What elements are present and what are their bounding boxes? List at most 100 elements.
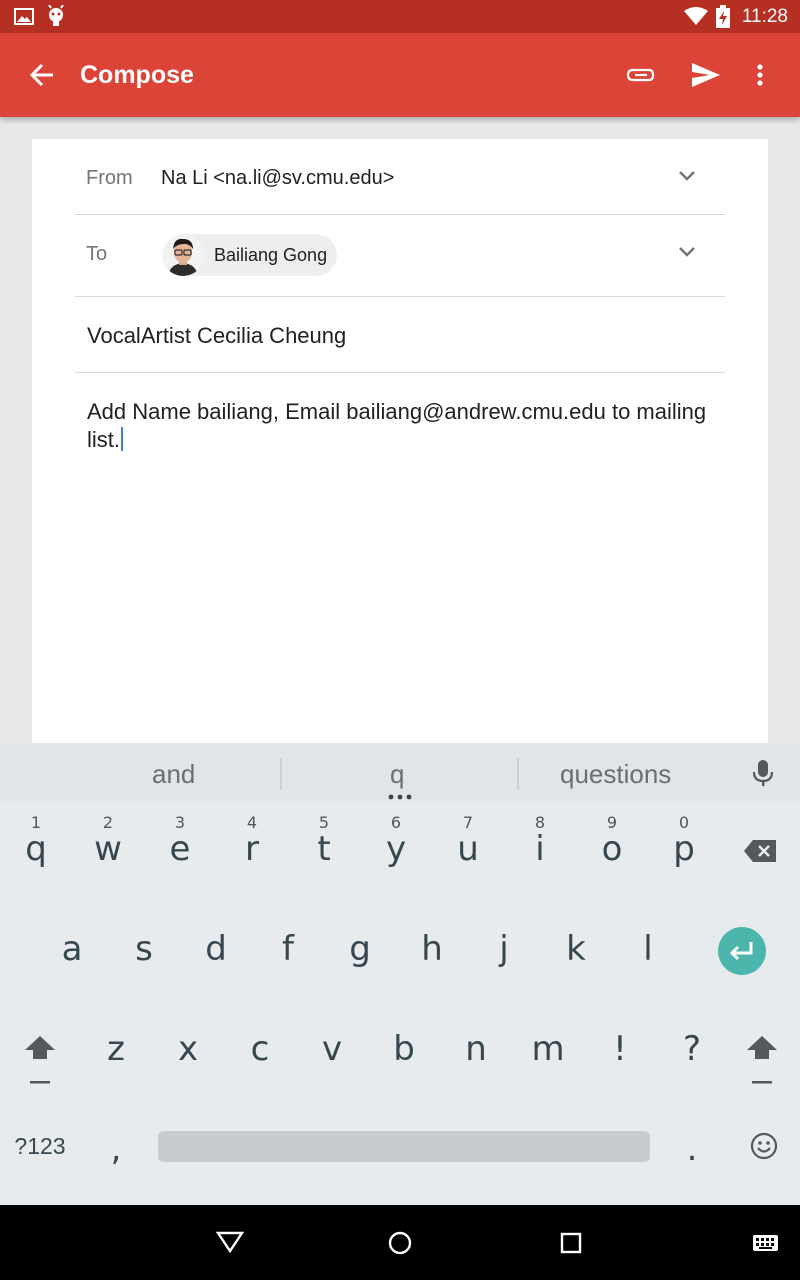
- period-key[interactable]: .: [660, 1111, 724, 1191]
- key-j[interactable]: j: [472, 911, 536, 991]
- key-label: p: [673, 829, 695, 869]
- key-label: z: [107, 1029, 125, 1069]
- key-label: h: [421, 929, 443, 969]
- key-s[interactable]: s: [112, 911, 176, 991]
- key-d[interactable]: d: [184, 911, 248, 991]
- key-q[interactable]: 1q: [4, 811, 68, 891]
- key-i[interactable]: 8i: [508, 811, 572, 891]
- microphone-icon[interactable]: [752, 759, 774, 787]
- to-label: To: [86, 243, 108, 265]
- key-label: c: [250, 1029, 270, 1069]
- shift-key-right[interactable]: [730, 1011, 794, 1091]
- android-notification-icon: [48, 5, 64, 26]
- key-label: r: [245, 829, 259, 869]
- key-label: k: [566, 929, 586, 969]
- key-m[interactable]: m: [516, 1011, 580, 1091]
- key-l[interactable]: l: [616, 911, 680, 991]
- key-label: e: [169, 829, 191, 869]
- suggestion-questions[interactable]: questions: [560, 759, 671, 790]
- key-x[interactable]: x: [156, 1011, 220, 1091]
- key-v[interactable]: v: [300, 1011, 364, 1091]
- key-label: l: [643, 929, 653, 969]
- key-z[interactable]: z: [84, 1011, 148, 1091]
- key-e[interactable]: 3e: [148, 811, 212, 891]
- attach-button[interactable]: [618, 53, 664, 97]
- keyboard-switch-icon[interactable]: [752, 1234, 779, 1252]
- comma-key-label: ,: [110, 1129, 122, 1169]
- shift-icon: [747, 1036, 777, 1084]
- key-label: s: [135, 929, 153, 969]
- compose-card: From Na Li <na.li@sv.cmu.edu> To Bailian…: [32, 139, 768, 839]
- divider: [75, 214, 725, 215]
- from-chevron-down-icon[interactable]: [678, 170, 696, 182]
- suggestion-q[interactable]: q: [390, 759, 404, 790]
- comma-key[interactable]: ,: [84, 1111, 148, 1191]
- key-label: ?: [682, 1029, 702, 1069]
- key-h[interactable]: h: [400, 911, 464, 991]
- symbols-key[interactable]: ?123: [8, 1111, 72, 1191]
- image-notification-icon: [14, 8, 34, 25]
- key-label: x: [177, 1029, 199, 1069]
- body-field[interactable]: Add Name bailiang, Email bailiang@andrew…: [87, 398, 707, 454]
- key-label: t: [317, 829, 331, 869]
- key-label: f: [282, 929, 294, 969]
- back-nav-icon[interactable]: [216, 1231, 244, 1253]
- key-label: n: [465, 1029, 487, 1069]
- key-u[interactable]: 7u: [436, 811, 500, 891]
- key-label: y: [385, 829, 407, 869]
- emoji-icon: [750, 1132, 778, 1160]
- more-suggestions-icon[interactable]: [388, 794, 412, 800]
- from-account[interactable]: Na Li <na.li@sv.cmu.edu>: [161, 167, 394, 190]
- recipient-name: Bailiang Gong: [214, 245, 328, 265]
- shift-key-left[interactable]: [8, 1011, 72, 1091]
- page-title: Compose: [80, 61, 194, 89]
- key-c[interactable]: c: [228, 1011, 292, 1091]
- home-nav-icon[interactable]: [388, 1231, 412, 1255]
- avatar: [162, 234, 204, 276]
- period-key-label: .: [686, 1129, 698, 1169]
- key-exclamation[interactable]: !: [588, 1011, 652, 1091]
- back-button[interactable]: [20, 53, 64, 97]
- key-label: j: [499, 929, 509, 969]
- key-label: g: [349, 929, 371, 969]
- subject-field[interactable]: VocalArtist Cecilia Cheung: [87, 323, 346, 349]
- key-k[interactable]: k: [544, 911, 608, 991]
- divider: [75, 372, 725, 373]
- key-t[interactable]: 5t: [292, 811, 356, 891]
- key-a[interactable]: a: [40, 911, 104, 991]
- suggestion-and[interactable]: and: [152, 759, 195, 790]
- key-label: m: [531, 1029, 565, 1069]
- recipient-chip[interactable]: Bailiang Gong: [162, 234, 337, 276]
- body-text: Add Name bailiang, Email bailiang@andrew…: [87, 399, 707, 452]
- key-r[interactable]: 4r: [220, 811, 284, 891]
- navigation-bar: [0, 1205, 800, 1280]
- more-vert-icon: [757, 64, 763, 86]
- key-label: d: [205, 929, 227, 969]
- key-b[interactable]: b: [372, 1011, 436, 1091]
- key-y[interactable]: 6y: [364, 811, 428, 891]
- backspace-key[interactable]: [728, 811, 792, 891]
- send-button[interactable]: [684, 53, 728, 97]
- enter-key[interactable]: [710, 911, 774, 991]
- key-label: b: [393, 1029, 415, 1069]
- shift-icon: [25, 1036, 55, 1084]
- key-label: a: [61, 929, 83, 969]
- key-label: q: [25, 829, 47, 869]
- key-n[interactable]: n: [444, 1011, 508, 1091]
- to-chevron-down-icon[interactable]: [678, 246, 696, 258]
- key-question[interactable]: ?: [660, 1011, 724, 1091]
- emoji-key[interactable]: [732, 1111, 796, 1191]
- key-g[interactable]: g: [328, 911, 392, 991]
- wifi-icon: [684, 7, 708, 25]
- space-bar[interactable]: [158, 1131, 650, 1162]
- status-bar: 11:28: [0, 0, 800, 33]
- key-label: u: [457, 829, 479, 869]
- key-f[interactable]: f: [256, 911, 320, 991]
- key-w[interactable]: 2w: [76, 811, 140, 891]
- key-o[interactable]: 9o: [580, 811, 644, 891]
- recents-nav-icon[interactable]: [560, 1232, 582, 1254]
- key-label: o: [601, 829, 623, 869]
- key-label: v: [321, 1029, 343, 1069]
- key-p[interactable]: 0p: [652, 811, 716, 891]
- more-options-button[interactable]: [740, 53, 780, 97]
